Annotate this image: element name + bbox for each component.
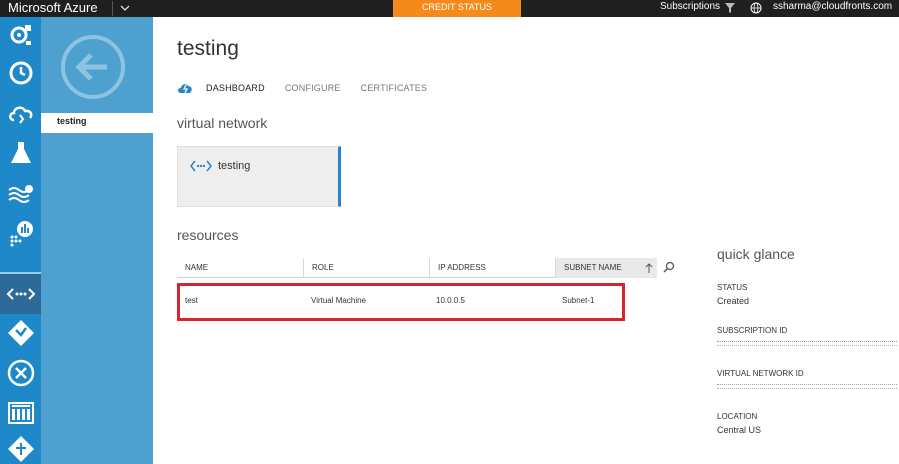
- subscription-id-label: SUBSCRIPTION ID: [717, 326, 788, 335]
- tab-certificates[interactable]: CERTIFICATES: [361, 83, 428, 93]
- rail-item-dashboard[interactable]: [0, 393, 41, 433]
- rail-item-gateway[interactable]: [0, 433, 41, 464]
- filter-icon[interactable]: [724, 2, 736, 14]
- quick-glance-title: quick glance: [717, 246, 795, 262]
- location-value: Central US: [717, 425, 762, 435]
- wave-gear-icon: [7, 185, 33, 203]
- subnav-item-label: testing: [57, 116, 87, 126]
- table-row[interactable]: test Virtual Machine 10.0.0.5 Subnet-1: [177, 283, 625, 321]
- rail-item-streaming[interactable]: [0, 173, 41, 213]
- tab-configure[interactable]: CONFIGURE: [285, 83, 341, 93]
- left-icon-rail: [0, 17, 41, 464]
- subnav-item-testing[interactable]: testing: [41, 113, 153, 133]
- dashboard-grid-icon: [7, 402, 34, 424]
- brand-title[interactable]: Microsoft Azure: [8, 0, 98, 17]
- brand-divider: [112, 1, 113, 16]
- column-header-ip-address[interactable]: IP ADDRESS: [429, 258, 555, 278]
- top-bar: Microsoft Azure CREDIT STATUS Subscripti…: [0, 0, 899, 17]
- globe-icon[interactable]: [750, 2, 762, 14]
- status-value: Created: [717, 296, 750, 306]
- rail-item-lab[interactable]: [0, 133, 41, 173]
- rail-item-scheduler[interactable]: [0, 53, 41, 93]
- rail-item-cloud[interactable]: [0, 93, 41, 133]
- tab-bar: DASHBOARD CONFIGURE CERTIFICATES: [177, 80, 447, 96]
- cloud-lightning-icon: [178, 84, 192, 94]
- rail-item-remote-app[interactable]: [0, 353, 41, 393]
- subscriptions-link[interactable]: Subscriptions: [660, 0, 720, 17]
- column-header-subnet-label: SUBNET NAME: [564, 263, 622, 272]
- subscription-id-redacted: [717, 341, 897, 346]
- back-arrow-icon[interactable]: [57, 31, 129, 103]
- gateway-icon: [7, 435, 34, 462]
- cell-ip-address: 10.0.0.5: [436, 296, 465, 305]
- cell-role: Virtual Machine: [311, 296, 366, 305]
- rail-item-networks[interactable]: [0, 274, 41, 314]
- column-header-role[interactable]: ROLE: [303, 258, 429, 278]
- remote-app-icon: [7, 359, 34, 387]
- secondary-nav: testing: [41, 17, 153, 464]
- location-label: LOCATION: [717, 412, 758, 421]
- column-header-name[interactable]: NAME: [177, 258, 303, 278]
- rail-item-cloud-services[interactable]: [0, 17, 41, 52]
- flask-icon: [10, 142, 31, 163]
- virtual-network-heading: virtual network: [177, 115, 268, 131]
- sort-up-icon[interactable]: [645, 263, 653, 273]
- user-account[interactable]: ssharma@cloudfronts.com: [773, 0, 892, 17]
- credit-status-button[interactable]: CREDIT STATUS: [393, 0, 521, 17]
- gear-cloud-icon: [10, 24, 31, 45]
- resources-table-header: NAME ROLE IP ADDRESS SUBNET NAME: [177, 258, 657, 278]
- traffic-manager-icon: [7, 320, 34, 346]
- virtual-network-id-label: VIRTUAL NETWORK ID: [717, 369, 804, 378]
- cloud-icon: [8, 106, 32, 124]
- chart-icon: [10, 221, 33, 247]
- virtual-network-icon: [6, 288, 35, 300]
- cell-subnet-name: Subnet-1: [562, 296, 595, 305]
- tab-dashboard[interactable]: DASHBOARD: [206, 83, 265, 93]
- clock-icon: [9, 61, 32, 85]
- virtual-network-id-redacted: [717, 384, 897, 389]
- vnet-tile-label: testing: [218, 160, 251, 172]
- status-label: STATUS: [717, 283, 748, 292]
- virtual-network-icon: [190, 160, 212, 172]
- chevron-down-icon[interactable]: [118, 1, 132, 15]
- virtual-network-tile[interactable]: testing: [177, 146, 341, 207]
- column-header-subnet-name[interactable]: SUBNET NAME: [555, 258, 657, 278]
- cell-name: test: [185, 296, 198, 305]
- main-content: testing DASHBOARD CONFIGURE CERTIFICATES…: [153, 17, 899, 464]
- rail-item-traffic-manager[interactable]: [0, 313, 41, 353]
- resources-heading: resources: [177, 227, 239, 243]
- page-title: testing: [177, 37, 239, 60]
- search-icon[interactable]: [663, 261, 675, 273]
- rail-item-insights[interactable]: [0, 213, 41, 253]
